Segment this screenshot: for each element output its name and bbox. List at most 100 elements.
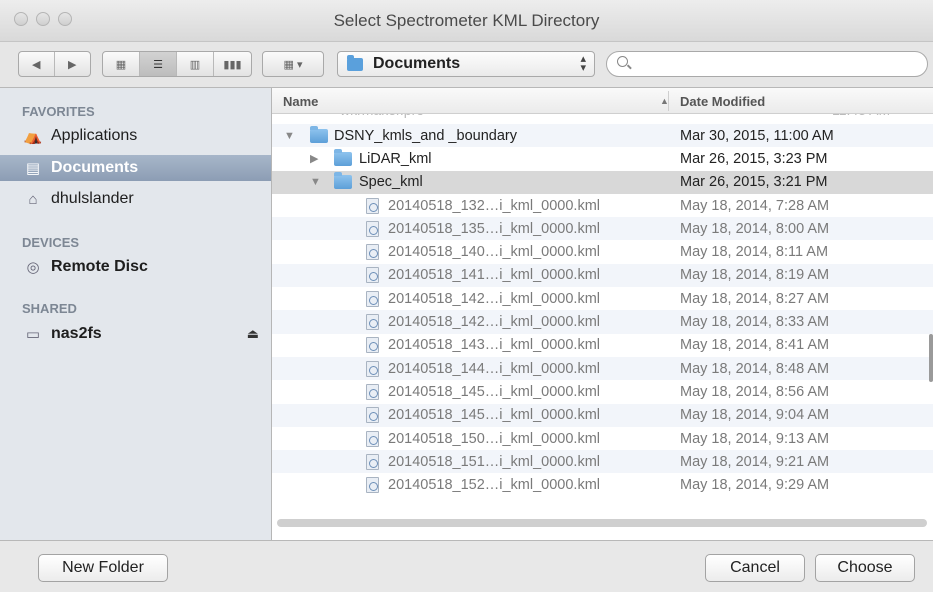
folder-icon [334,148,352,166]
location-popup[interactable]: Documents ▴ ▾ [337,51,595,77]
row-date: May 18, 2014, 8:41 AM [680,337,830,354]
disc-icon: ◎ [26,259,40,276]
file-row[interactable]: 20140518_143…i_kml_0000.kml May 18, 2014… [272,334,933,357]
sidebar-item-home[interactable]: ⌂ dhulslander [0,186,271,212]
disclosure-closed-icon[interactable]: ▶ [310,152,318,165]
file-row[interactable]: 20140518_150…i_kml_0000.kml May 18, 2014… [272,427,933,450]
kml-file-icon [366,290,379,307]
row-name: DSNY_kmls_and _boundary [334,127,517,144]
choose-button[interactable]: Choose [815,554,915,582]
kml-file-icon [366,267,379,284]
name-column-header[interactable]: Name [283,94,318,109]
file-row[interactable]: 20140518_142…i_kml_0000.kml May 18, 2014… [272,287,933,310]
search-input[interactable] [635,55,920,73]
icon-view-icon[interactable]: ▦ [103,52,140,76]
forward-button[interactable]: ▶ [55,52,91,76]
file-row[interactable]: 20140518_152…i_kml_0000.kml May 18, 2014… [272,473,933,496]
row-name: Spec_kml [359,174,423,191]
eject-icon[interactable]: ⏏ [247,326,259,342]
row-date: May 18, 2014, 8:56 AM [680,383,830,400]
row-date: Mar 26, 2015, 3:23 PM [680,150,828,167]
file-list: wkrmaker.pro 11:45 AM Name ▲ Date Modifi… [272,88,933,540]
new-folder-button[interactable]: New Folder [38,554,168,582]
sidebar-item-nas2fs[interactable]: ▭ nas2fs ⏏ [0,321,271,347]
horizontal-scrollbar[interactable] [277,519,927,527]
folder-row-spec[interactable]: ▼ Spec_kml Mar 26, 2015, 3:21 PM [272,170,933,194]
kml-file-icon [366,314,379,331]
disclosure-open-icon[interactable]: ▼ [310,176,321,188]
folder-row-dsny[interactable]: ▼ DSNY_kmls_and _boundary Mar 30, 2015, … [272,124,933,148]
row-name: 20140518_142…i_kml_0000.kml [388,290,601,307]
file-row[interactable]: 20140518_140…i_kml_0000.kml May 18, 2014… [272,240,933,263]
search-field[interactable] [606,51,928,77]
location-label: Documents [373,55,461,72]
server-icon: ▭ [25,326,41,343]
favorites-heading: FAVORITES [22,104,95,119]
shared-heading: SHARED [22,301,77,316]
disclosure-open-icon[interactable]: ▼ [284,130,295,142]
toolbar: ◀ ▶ ▦ ☰ ▥ ▮▮▮ ▦ ▾ Documents ▴ ▾ [0,42,933,88]
row-name: 20140518_142…i_kml_0000.kml [388,314,601,331]
file-row[interactable]: 20140518_141…i_kml_0000.kml May 18, 2014… [272,263,933,288]
kml-file-icon [366,430,379,447]
sidebar-item-label: nas2fs [51,325,102,342]
row-name: 20140518_145…i_kml_0000.kml [388,407,601,424]
kml-file-icon [366,383,379,400]
row-date: May 18, 2014, 8:00 AM [680,220,830,237]
kml-file-icon [366,360,379,377]
sidebar-item-label: Documents [51,159,139,176]
file-row[interactable]: 20140518_142…i_kml_0000.kml May 18, 2014… [272,310,933,334]
kml-file-icon [366,453,379,470]
row-date: May 18, 2014, 9:29 AM [680,477,830,494]
file-row[interactable]: 20140518_145…i_kml_0000.kml May 18, 2014… [272,380,933,403]
vertical-scrollbar[interactable] [929,334,933,382]
row-name: 20140518_150…i_kml_0000.kml [388,430,601,447]
kml-file-icon [366,477,379,494]
column-header: Name ▲ Date Modified [272,88,933,114]
file-row[interactable]: 20140518_144…i_kml_0000.kml May 18, 2014… [272,356,933,381]
kml-file-icon [366,337,379,354]
sidebar-item-label: Remote Disc [51,258,148,275]
documents-icon: ▤ [25,160,41,177]
column-view-icon[interactable]: ▥ [177,52,214,76]
back-button[interactable]: ◀ [19,52,55,76]
file-row[interactable]: 20140518_145…i_kml_0000.kml May 18, 2014… [272,403,933,427]
arrange-icon: ▦ ▾ [283,58,303,71]
sidebar-item-label: Applications [51,127,138,144]
coverflow-view-icon[interactable]: ▮▮▮ [214,52,251,76]
sidebar-item-remote-disc[interactable]: ◎ Remote Disc [0,254,271,280]
file-row[interactable]: 20140518_132…i_kml_0000.kml May 18, 2014… [272,194,933,217]
search-icon [617,56,628,67]
sidebar: FAVORITES ⛺ Applications ▤ Documents ⌂ d… [0,88,272,540]
title-bar: Select Spectrometer KML Directory [0,0,933,42]
row-name: 20140518_132…i_kml_0000.kml [388,197,601,214]
row-date: Mar 26, 2015, 3:21 PM [680,174,828,191]
kml-file-icon [366,407,379,424]
row-name: 20140518_145…i_kml_0000.kml [388,383,601,400]
kml-file-icon [366,197,379,214]
arrange-menu-button[interactable]: ▦ ▾ [262,51,324,77]
applications-icon: ⛺ [23,128,43,145]
kml-file-icon [366,244,379,261]
file-row[interactable]: 20140518_135…i_kml_0000.kml May 18, 2014… [272,217,933,241]
row-date: May 18, 2014, 9:13 AM [680,430,830,447]
folder-icon [334,172,352,190]
date-column-header[interactable]: Date Modified [680,94,765,109]
row-date: May 18, 2014, 7:28 AM [680,197,830,214]
cancel-button[interactable]: Cancel [705,554,805,582]
sidebar-item-applications[interactable]: ⛺ Applications [0,123,271,149]
list-view-icon[interactable]: ☰ [140,52,177,76]
updown-chevron-icon: ▴ ▾ [580,53,586,74]
documents-folder-icon [347,54,363,71]
column-divider[interactable] [668,91,669,111]
folder-row-lidar[interactable]: ▶ LiDAR_kml Mar 26, 2015, 3:23 PM [272,147,933,170]
row-date: May 18, 2014, 8:27 AM [680,290,830,307]
kml-file-icon [366,220,379,237]
row-name: 20140518_141…i_kml_0000.kml [388,267,601,284]
home-icon: ⌂ [28,190,38,208]
row-name: 20140518_143…i_kml_0000.kml [388,337,601,354]
row-name: 20140518_135…i_kml_0000.kml [388,220,601,237]
row-date: May 18, 2014, 8:33 AM [680,314,830,331]
sidebar-item-documents[interactable]: ▤ Documents [0,155,271,181]
file-row[interactable]: 20140518_151…i_kml_0000.kml May 18, 2014… [272,450,933,474]
